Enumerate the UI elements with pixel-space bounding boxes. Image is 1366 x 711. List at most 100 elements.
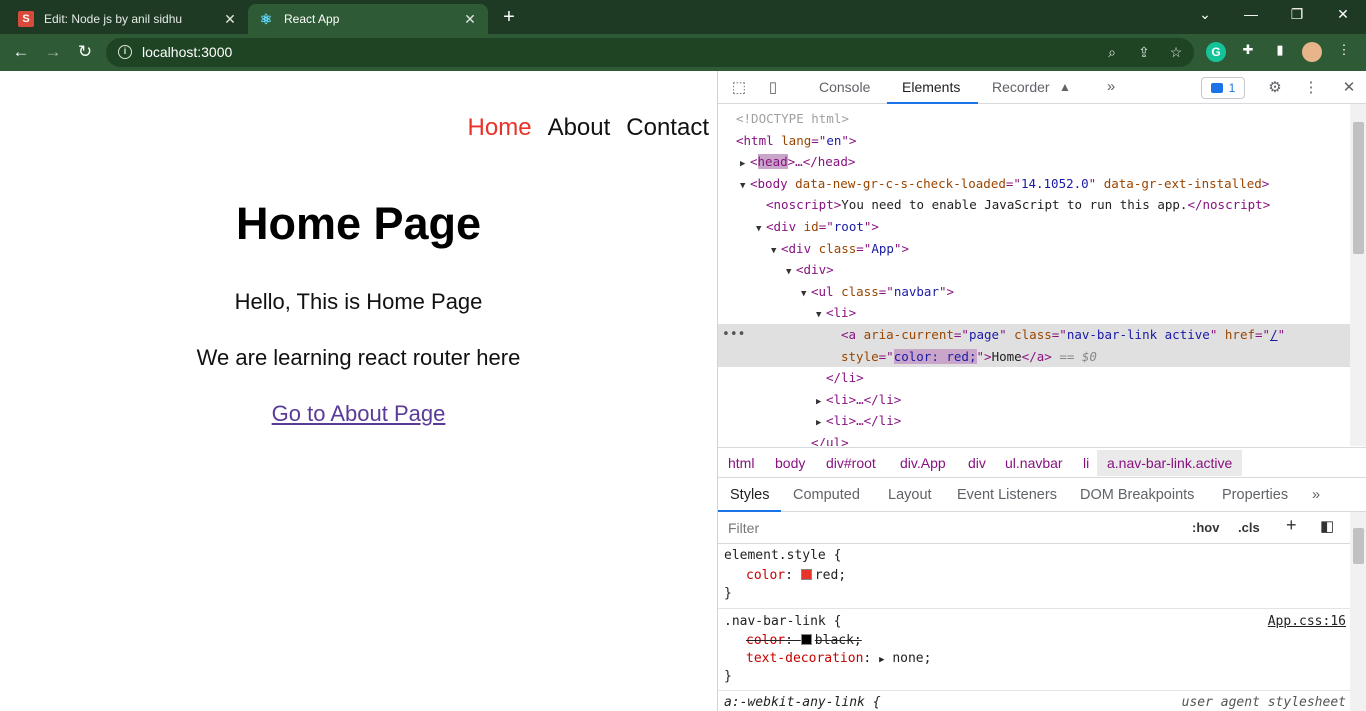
new-tab-button[interactable]: + — [498, 6, 520, 29]
breadcrumb-a-active[interactable]: a.nav-bar-link.active — [1097, 450, 1243, 476]
hov-toggle[interactable]: :hov — [1192, 520, 1219, 535]
breadcrumb-div-app[interactable]: div.App — [900, 455, 946, 471]
nav-contact-link[interactable]: Contact — [626, 114, 709, 142]
browser-tab-react-app[interactable]: ⚛ React App ✕ — [248, 4, 488, 34]
property-name: color — [746, 633, 786, 648]
source-link-app-css[interactable]: App.css:16 — [1268, 614, 1346, 629]
back-arrow-icon[interactable]: ← — [10, 42, 32, 62]
breadcrumb-li[interactable]: li — [1083, 455, 1089, 471]
a-href-value[interactable]: / — [1270, 327, 1278, 342]
element-style-declaration[interactable]: color: red; — [746, 568, 846, 583]
element-style-selector[interactable]: element.style { — [724, 548, 841, 563]
reload-icon[interactable]: ↻ — [74, 42, 96, 62]
extensions-puzzle-icon[interactable]: ✚ — [1238, 42, 1258, 62]
zoom-icon[interactable]: ⌕ — [1102, 44, 1122, 61]
dom-node-a-selected[interactable]: ••• <a aria-current="page" class="nav-ba… — [718, 324, 1350, 346]
tab-properties[interactable]: Properties — [1222, 487, 1288, 503]
head-tag: head — [757, 154, 788, 170]
browser-tab-edit-node[interactable]: S Edit: Node js by anil sidhu ✕ — [8, 4, 248, 34]
url-text[interactable]: localhost:3000 — [142, 44, 232, 60]
more-tabs-icon[interactable]: » — [1100, 78, 1122, 95]
dom-node-li-2[interactable]: ▶ <li>…</li> — [718, 389, 1350, 411]
tab-computed[interactable]: Computed — [793, 487, 860, 503]
go-to-about-link[interactable]: Go to About Page — [272, 401, 446, 426]
device-toolbar-icon[interactable]: ▯ — [762, 78, 784, 96]
issues-badge[interactable]: 1 — [1201, 77, 1245, 99]
tab-title: React App — [284, 12, 340, 26]
dom-node-div-root[interactable]: ▼ <div id="root"> — [718, 216, 1350, 238]
dom-node-body[interactable]: ▼ <body data-new-gr-c-s-check-loaded="14.… — [718, 173, 1350, 195]
tab-layout[interactable]: Layout — [888, 487, 932, 503]
window-close-icon[interactable]: ✕ — [1328, 6, 1358, 23]
close-icon[interactable]: ✕ — [222, 11, 238, 28]
styles-filter-input[interactable] — [720, 515, 1180, 541]
dom-scrollbar[interactable] — [1350, 104, 1366, 446]
side-panel-icon[interactable]: ▮ — [1270, 42, 1290, 62]
dom-node-doctype[interactable]: <!DOCTYPE html> — [718, 108, 1350, 130]
restore-icon[interactable]: ❐ — [1282, 6, 1312, 23]
dom-node-noscript[interactable]: <noscript>You need to enable JavaScript … — [718, 194, 1350, 216]
color-swatch[interactable] — [800, 634, 812, 645]
body-attr2-name: data-gr-ext-installed — [1103, 175, 1262, 191]
more-tabs-icon[interactable]: » — [1312, 487, 1320, 503]
tab-search-icon[interactable]: ⌄ — [1190, 6, 1220, 23]
tab-dom-breakpoints[interactable]: DOM Breakpoints — [1080, 487, 1194, 503]
page-viewport: Home About Contact Home Page Hello, This… — [0, 71, 717, 711]
property-value: black; — [814, 633, 862, 648]
dom-node-li-3[interactable]: ▶ <li>…</li> — [718, 410, 1350, 432]
grammarly-icon[interactable]: G — [1206, 42, 1226, 62]
dom-node-a-selected-cont[interactable]: style="color: red;">Home</a> == $0 — [718, 345, 1350, 368]
devtools-menu-icon[interactable]: ⋮ — [1300, 78, 1322, 96]
dom-node-head[interactable]: ▶ <head>…</head> — [718, 151, 1350, 173]
breadcrumb-div-root[interactable]: div#root — [826, 455, 876, 471]
styles-tab-bar: Styles Computed Layout Event Listeners D… — [718, 478, 1366, 512]
nav-text-decoration-declaration[interactable]: text-decoration: ▶ none; — [746, 651, 931, 666]
breadcrumb-body[interactable]: body — [775, 455, 805, 471]
issues-count: 1 — [1228, 81, 1236, 95]
profile-avatar[interactable] — [1302, 42, 1322, 62]
breadcrumb: html body div#root div.App div ul.navbar… — [718, 447, 1366, 478]
inspect-element-icon[interactable]: ⬚ — [728, 78, 750, 96]
forward-arrow-icon[interactable]: → — [42, 42, 64, 62]
breadcrumb-div[interactable]: div — [968, 455, 986, 471]
react-icon: ⚛ — [259, 10, 273, 27]
gear-icon[interactable]: ⚙ — [1264, 78, 1286, 96]
cls-toggle[interactable]: .cls — [1238, 520, 1260, 535]
breadcrumb-html[interactable]: html — [728, 455, 754, 471]
address-bar[interactable]: i localhost:3000 ⌕ ⇪ ☆ — [106, 38, 1194, 67]
dom-node-div[interactable]: ▼ <div> — [718, 259, 1350, 281]
tab-styles[interactable]: Styles — [730, 487, 770, 503]
dom-node-ul[interactable]: ▼ <ul class="navbar"> — [718, 281, 1350, 303]
dom-node-div-app[interactable]: ▼ <div class="App"> — [718, 238, 1350, 260]
dom-node-ul-close[interactable]: </ul> — [718, 432, 1350, 446]
scrollbar-thumb[interactable] — [1353, 122, 1364, 254]
dom-node-html[interactable]: <html lang="en"> — [718, 130, 1350, 152]
nav-home-link[interactable]: Home — [468, 114, 532, 142]
minimize-icon[interactable]: — — [1236, 6, 1266, 22]
body-attr1-value: 14.1052.0 — [1020, 175, 1089, 191]
expand-triangle-icon[interactable]: ▶ — [879, 655, 884, 665]
tab-recorder[interactable]: Recorder — [992, 79, 1050, 95]
dom-node-li[interactable]: ▼ <li> — [718, 302, 1350, 324]
styles-scrollbar[interactable] — [1350, 512, 1366, 711]
breadcrumb-ul-navbar[interactable]: ul.navbar — [1005, 455, 1063, 471]
more-options-icon[interactable]: ••• — [722, 324, 745, 346]
devtools-close-icon[interactable]: ✕ — [1338, 78, 1360, 96]
tab-console[interactable]: Console — [819, 79, 870, 95]
new-style-rule-icon[interactable]: + — [1286, 515, 1297, 536]
tab-event-listeners[interactable]: Event Listeners — [957, 487, 1057, 503]
bookmark-star-icon[interactable]: ☆ — [1166, 44, 1186, 61]
close-icon[interactable]: ✕ — [462, 11, 478, 28]
toggle-sidebar-icon[interactable]: ◧ — [1320, 517, 1334, 535]
kebab-menu-icon[interactable]: ⋮ — [1334, 42, 1354, 62]
info-icon[interactable]: i — [118, 45, 132, 59]
webkit-any-link-selector[interactable]: a:-webkit-any-link { — [724, 695, 881, 710]
nav-color-declaration[interactable]: color: black; — [746, 633, 862, 648]
nav-about-link[interactable]: About — [548, 114, 611, 142]
color-swatch[interactable] — [800, 569, 812, 580]
scrollbar-thumb[interactable] — [1353, 528, 1364, 564]
dom-node-li-close[interactable]: </li> — [718, 367, 1350, 389]
tab-elements[interactable]: Elements — [902, 79, 960, 95]
share-icon[interactable]: ⇪ — [1134, 44, 1154, 61]
nav-bar-link-selector[interactable]: .nav-bar-link { — [724, 614, 841, 629]
